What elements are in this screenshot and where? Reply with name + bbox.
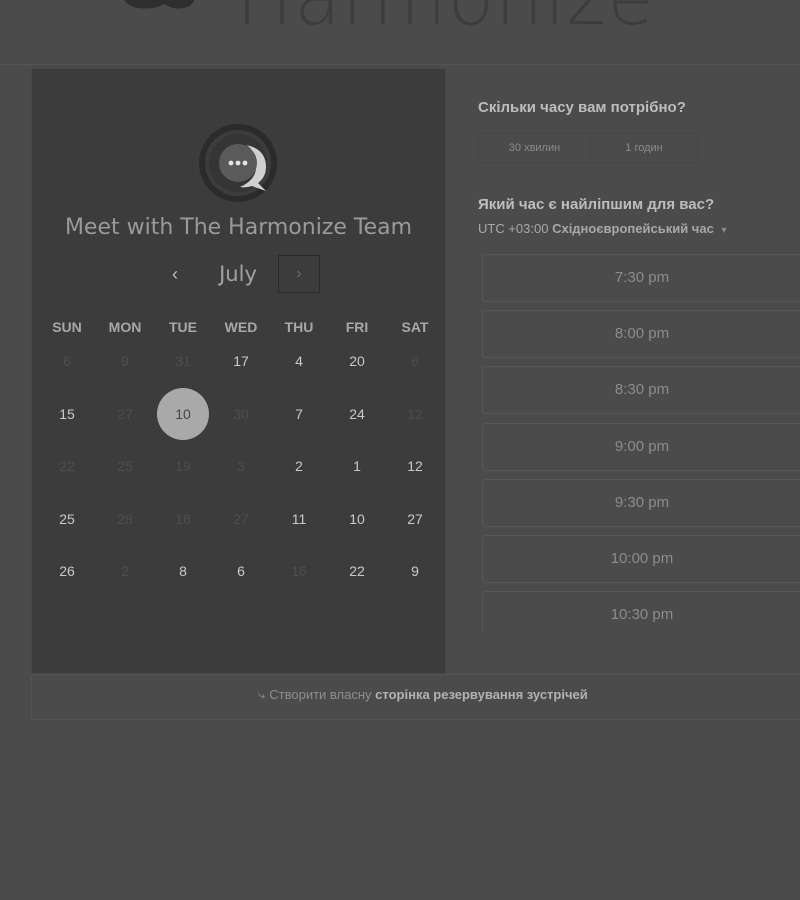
duration-question: Скільки часу вам потрібно? <box>478 99 686 116</box>
chevron-down-icon: ▾ <box>721 225 727 236</box>
calendar-day[interactable]: 9 <box>389 545 441 597</box>
calendar-day: 6 <box>63 353 71 369</box>
time-slot-button[interactable]: 8:30 pm <box>482 366 800 414</box>
brand-name: Harmonize <box>236 0 655 36</box>
month-navigation: ‹ July › <box>32 255 445 295</box>
month-label: July <box>219 262 257 286</box>
calendar-day[interactable]: 25 <box>41 493 93 545</box>
harmonize-logo-icon <box>124 0 195 9</box>
calendar-day: 6 <box>411 353 419 369</box>
weekday-label: THU <box>284 319 314 335</box>
time-slot-button[interactable]: 9:30 pm <box>482 479 800 527</box>
create-booking-page-link[interactable]: ⤷ Створити власну сторінка резервування з… <box>258 687 588 703</box>
calendar-day: 27 <box>117 406 133 422</box>
calendar-day: 31 <box>175 353 191 369</box>
calendar-day: 27 <box>233 511 249 527</box>
calendar-day: 16 <box>291 563 307 579</box>
weekday-label: FRI <box>345 319 369 335</box>
timezone-dropdown[interactable]: UTC +03:00 Східноєвропейський час ▾ <box>478 221 726 236</box>
footer-link-bold: сторінка резервування зустрічей <box>375 687 588 702</box>
time-slot-button[interactable]: 10:30 pm <box>482 591 800 632</box>
calendar-day[interactable]: 6 <box>215 545 267 597</box>
calendar-day[interactable]: 17 <box>215 335 267 387</box>
brand-header: Harmonize <box>0 0 800 65</box>
calendar-day: 30 <box>233 406 249 422</box>
weekday-label: TUE <box>169 319 197 335</box>
calendar-day-grid: 6 9 31 17 4 20 6 15 27 10 30 7 24 12 22 25 19 3 2 1 12 25 28 16… <box>38 335 446 605</box>
time-slot-button[interactable]: 9:00 pm <box>482 423 800 471</box>
weekday-label: WED <box>224 319 258 335</box>
calendar-day[interactable]: 12 <box>389 440 441 492</box>
time-slot-button[interactable]: 7:30 pm <box>482 254 800 302</box>
calendar-day: 25 <box>117 458 133 474</box>
calendar-day: 9 <box>121 353 129 369</box>
weekday-header: SUN MON TUE WED THU FRI SAT <box>38 319 446 335</box>
calendar-panel: Meet with The Harmonize Team ‹ July › SU… <box>31 68 446 674</box>
calendar-day[interactable]: 15 <box>41 388 93 440</box>
timezone-name: Східноєвропейський час <box>552 221 714 236</box>
calendar-day[interactable]: 20 <box>331 335 383 387</box>
calendar-day[interactable]: 1 <box>331 440 383 492</box>
calendar-day: 16 <box>175 511 191 527</box>
next-month-button[interactable]: › <box>278 255 320 293</box>
footer-bar: ⤷ Створити власну сторінка резервування з… <box>31 674 800 720</box>
calendar-day: 2 <box>121 563 129 579</box>
calendar-day[interactable]: 22 <box>331 545 383 597</box>
time-slot-button[interactable]: 10:00 pm <box>482 535 800 583</box>
chat-bubble-avatar-icon <box>199 124 277 202</box>
prev-month-button[interactable]: ‹ <box>164 255 186 293</box>
calendar-day[interactable]: 4 <box>273 335 325 387</box>
calendar-day[interactable]: 8 <box>157 545 209 597</box>
calendar-day: 19 <box>175 458 191 474</box>
redirect-arrow-icon: ⤷ <box>258 687 266 702</box>
duration-option-1hour[interactable]: 1 годин <box>590 134 698 162</box>
calendar-day: 3 <box>237 458 245 474</box>
timezone-offset: UTC +03:00 <box>478 221 549 236</box>
calendar-day: 28 <box>117 511 133 527</box>
duration-selector: 30 хвилин 1 годин <box>478 133 698 163</box>
calendar-day[interactable]: 27 <box>389 493 441 545</box>
calendar-day[interactable]: 24 <box>331 388 383 440</box>
calendar-day[interactable]: 10 <box>331 493 383 545</box>
weekday-label: SAT <box>401 319 429 335</box>
weekday-label: MON <box>108 319 142 335</box>
calendar-day[interactable]: 26 <box>41 545 93 597</box>
time-slot-list[interactable]: 7:30 pm 8:00 pm 8:30 pm 9:00 pm 9:30 pm … <box>482 254 800 632</box>
time-question: Який час є найліпшим для вас? <box>478 196 715 213</box>
calendar-day[interactable]: 2 <box>273 440 325 492</box>
calendar-day-selected[interactable]: 10 <box>157 388 209 440</box>
calendar-day[interactable]: 11 <box>273 493 325 545</box>
footer-text: Створити власну <box>269 687 372 702</box>
duration-option-30min[interactable]: 30 хвилин <box>479 134 591 162</box>
calendar-day: 22 <box>59 458 75 474</box>
calendar-day: 12 <box>407 406 423 422</box>
time-slot-button[interactable]: 8:00 pm <box>482 310 800 358</box>
meeting-title: Meet with The Harmonize Team <box>64 215 413 240</box>
calendar-day[interactable]: 7 <box>273 388 325 440</box>
weekday-label: SUN <box>52 319 82 335</box>
